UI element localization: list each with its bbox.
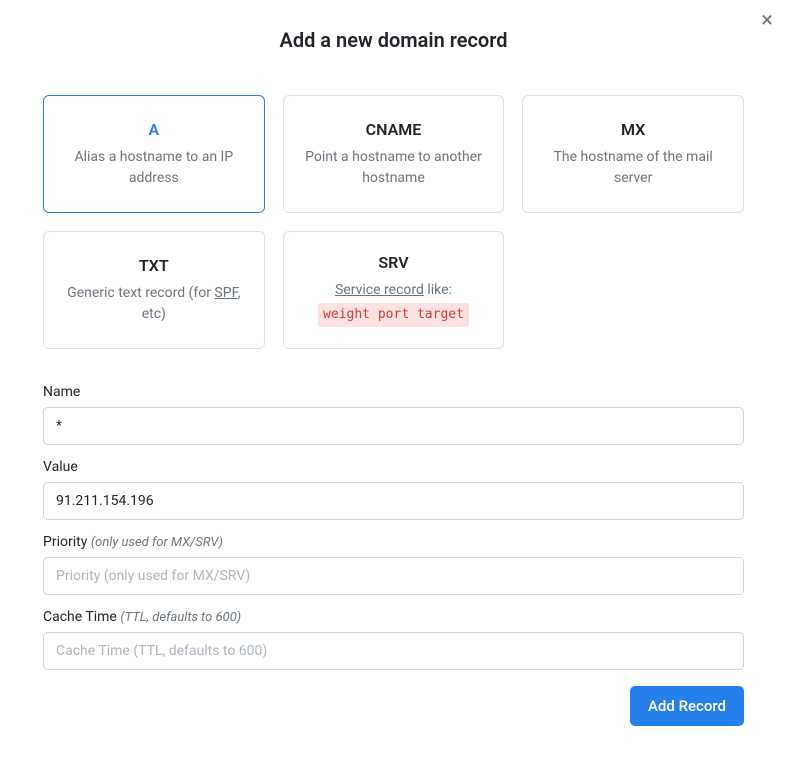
priority-hint: (only used for MX/SRV) xyxy=(91,535,223,550)
record-type-cname[interactable]: CNAME Point a hostname to another hostna… xyxy=(283,95,505,213)
cachetime-input[interactable] xyxy=(43,632,744,670)
service-record-link[interactable]: Service record xyxy=(335,282,424,298)
name-input[interactable] xyxy=(43,407,744,445)
cachetime-label: Cache Time (TTL, defaults to 600) xyxy=(43,609,744,625)
srv-code: weight port target xyxy=(318,303,469,327)
record-type-title: A xyxy=(148,120,159,139)
cachetime-label-text: Cache Time xyxy=(43,609,117,625)
cachetime-hint: (TTL, defaults to 600) xyxy=(120,610,241,625)
value-label: Value xyxy=(43,459,744,475)
priority-label-text: Priority xyxy=(43,534,87,550)
form-group-cachetime: Cache Time (TTL, defaults to 600) xyxy=(43,609,744,670)
record-type-desc: The hostname of the mail server xyxy=(535,147,731,189)
record-type-title: SRV xyxy=(378,253,408,272)
desc-prefix: Generic text record (for xyxy=(67,285,214,301)
record-type-title: TXT xyxy=(139,256,169,275)
record-type-desc: Generic text record (for SPF, etc) xyxy=(56,283,252,325)
name-label: Name xyxy=(43,384,744,400)
modal-content: A Alias a hostname to an IP address CNAM… xyxy=(0,60,787,746)
form-group-priority: Priority (only used for MX/SRV) xyxy=(43,534,744,595)
priority-label: Priority (only used for MX/SRV) xyxy=(43,534,744,550)
record-type-srv[interactable]: SRV Service record like: weight port tar… xyxy=(283,231,505,349)
close-icon: × xyxy=(761,8,773,33)
spf-link[interactable]: SPF xyxy=(214,285,237,301)
desc-mid: like: xyxy=(424,282,452,298)
record-type-title: MX xyxy=(621,120,645,139)
close-button[interactable]: × xyxy=(761,10,773,32)
record-type-mx[interactable]: MX The hostname of the mail server xyxy=(522,95,744,213)
record-type-grid: A Alias a hostname to an IP address CNAM… xyxy=(43,95,744,349)
record-type-desc: Point a hostname to another hostname xyxy=(296,147,492,189)
form-group-value: Value xyxy=(43,459,744,520)
record-type-txt[interactable]: TXT Generic text record (for SPF, etc) xyxy=(43,231,265,349)
form-group-name: Name xyxy=(43,384,744,445)
record-type-desc: Service record like: weight port target xyxy=(318,280,469,327)
priority-input[interactable] xyxy=(43,557,744,595)
record-type-desc: Alias a hostname to an IP address xyxy=(56,147,252,189)
actions-row: Add Record xyxy=(43,686,744,726)
record-type-a[interactable]: A Alias a hostname to an IP address xyxy=(43,95,265,213)
add-record-button[interactable]: Add Record xyxy=(630,686,744,726)
value-input[interactable] xyxy=(43,482,744,520)
record-type-title: CNAME xyxy=(366,120,422,139)
modal-title: Add a new domain record xyxy=(0,0,787,60)
